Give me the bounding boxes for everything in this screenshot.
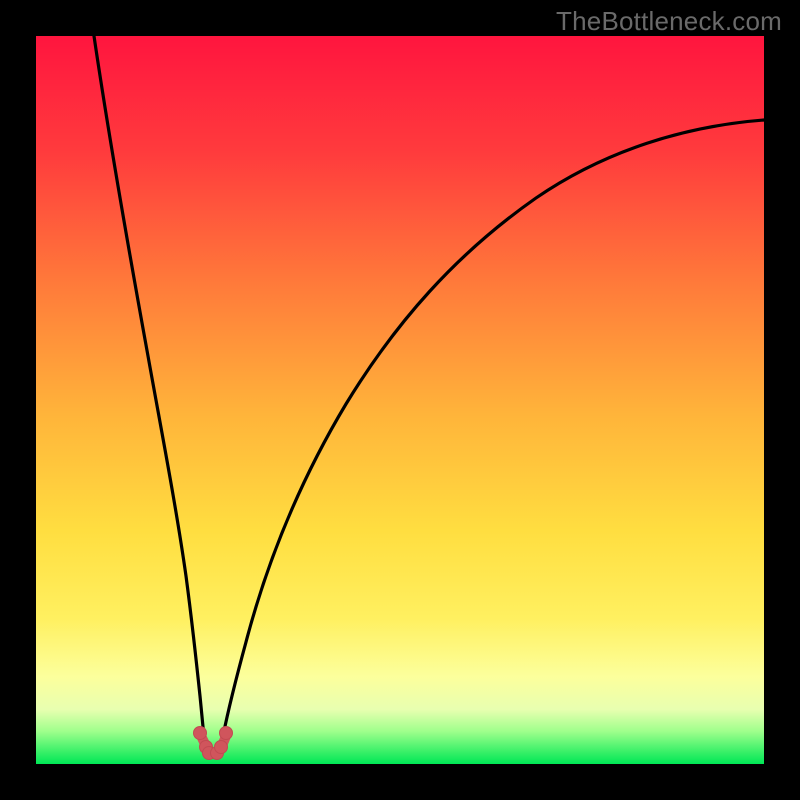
gradient-background (36, 36, 764, 764)
chart-frame: TheBottleneck.com (0, 0, 800, 800)
plot-svg (36, 36, 764, 764)
watermark-text: TheBottleneck.com (556, 6, 782, 37)
plot-area (36, 36, 764, 764)
